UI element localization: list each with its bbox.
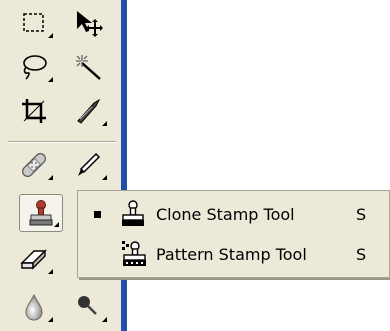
crop-icon <box>22 99 46 123</box>
tool-flyout-indicator <box>48 269 53 274</box>
lasso-tool[interactable] <box>12 48 56 86</box>
stamp-tool-flyout-menu: Clone Stamp Tool S Pattern Stamp Tool S <box>77 190 390 278</box>
tool-flyout-indicator <box>102 317 107 322</box>
toolbox-divider <box>8 141 116 143</box>
slice-tool[interactable] <box>66 92 110 130</box>
selected-bullet-icon <box>93 210 101 218</box>
clone-stamp-icon <box>29 200 53 226</box>
clone-stamp-tool[interactable] <box>19 194 63 232</box>
flyout-item-clone-stamp[interactable]: Clone Stamp Tool S <box>78 195 389 233</box>
eraser-tool[interactable] <box>12 240 56 278</box>
crop-tool[interactable] <box>12 92 56 130</box>
rectangular-marquee-tool[interactable] <box>12 4 56 42</box>
tool-flyout-indicator <box>102 175 107 180</box>
selected-indicator-slot <box>78 210 116 218</box>
flyout-item-shortcut: S <box>356 204 367 224</box>
toolbox-panel <box>0 0 121 331</box>
pattern-stamp-icon <box>116 237 150 271</box>
tool-flyout-indicator <box>102 121 107 126</box>
tool-flyout-indicator <box>48 175 53 180</box>
blur-icon <box>25 293 43 321</box>
blur-tool[interactable] <box>12 288 56 326</box>
brush-tool[interactable] <box>66 146 110 184</box>
lasso-icon <box>23 55 47 80</box>
brush-icon <box>78 152 101 176</box>
photoshop-toolbox-screen: Clone Stamp Tool S Pattern Stamp Tool S <box>0 0 390 331</box>
move-icon <box>77 11 103 37</box>
clone-stamp-icon <box>116 197 150 231</box>
magic-wand-icon <box>76 55 101 80</box>
tool-flyout-indicator <box>48 317 53 322</box>
eraser-icon <box>20 249 47 270</box>
move-tool[interactable] <box>66 4 110 42</box>
magic-wand-tool[interactable] <box>66 48 110 86</box>
flyout-item-label: Pattern Stamp Tool <box>156 244 307 264</box>
slice-icon <box>77 98 101 124</box>
tool-flyout-indicator <box>48 77 53 82</box>
healing-brush-icon <box>22 153 46 177</box>
healing-brush-tool[interactable] <box>12 146 56 184</box>
rectangular-marquee-icon <box>23 13 44 32</box>
tool-flyout-indicator <box>48 33 53 38</box>
flyout-item-pattern-stamp[interactable]: Pattern Stamp Tool S <box>78 235 389 273</box>
flyout-item-label: Clone Stamp Tool <box>156 204 295 224</box>
tool-flyout-indicator <box>54 222 59 227</box>
toolbox-border <box>121 0 127 331</box>
dodge-tool[interactable] <box>66 288 110 326</box>
flyout-item-shortcut: S <box>356 244 367 264</box>
dodge-icon <box>78 296 97 315</box>
